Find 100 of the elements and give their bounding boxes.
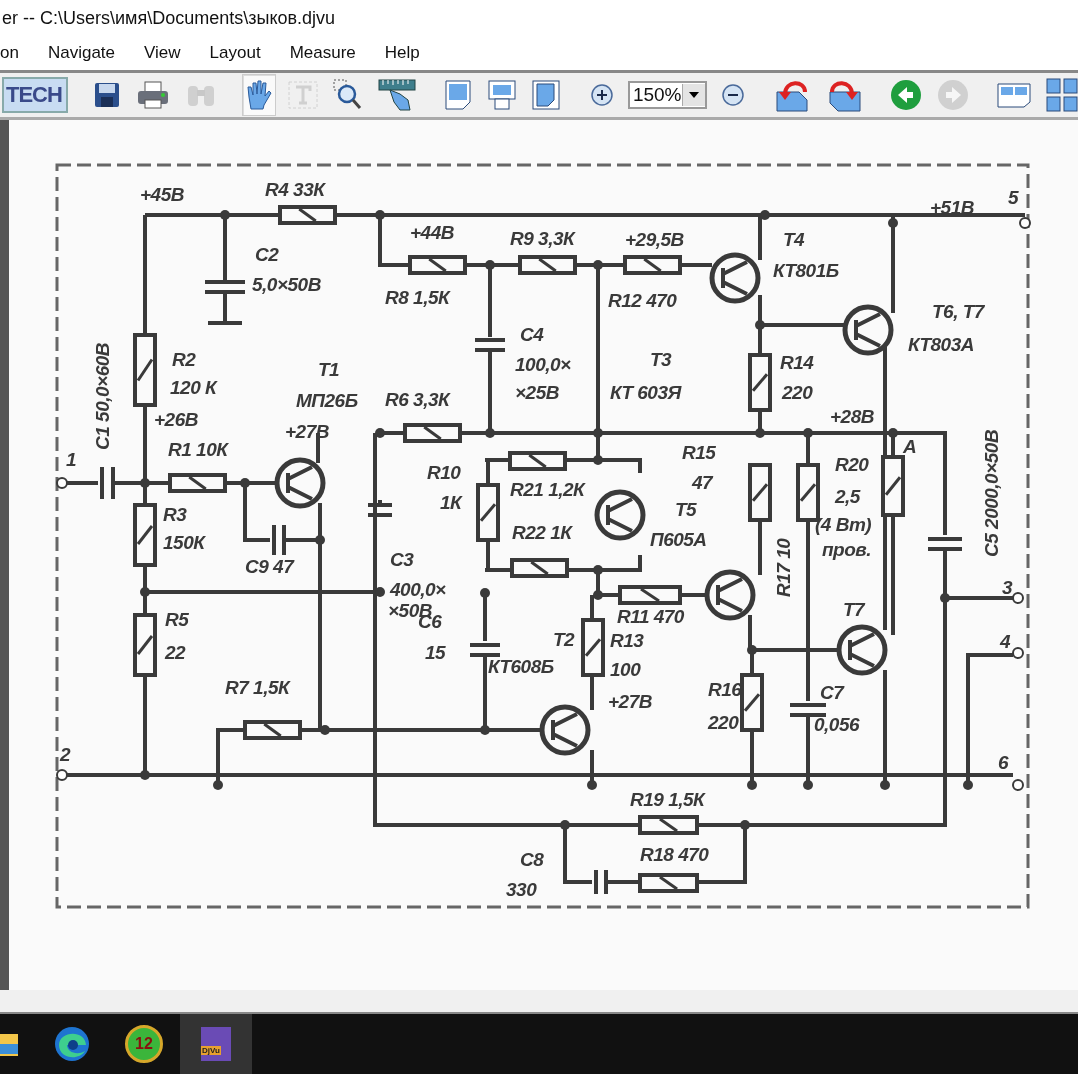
component-label: R9 3,3К: [510, 229, 575, 248]
component-label: 5,0×50В: [252, 275, 321, 294]
component-label: Т5: [675, 500, 697, 519]
component-label: R12 470: [608, 291, 677, 310]
component-label: пров.: [822, 540, 872, 559]
component-label: 100: [610, 660, 641, 679]
component-label: С7: [820, 683, 844, 702]
component-label: R13: [610, 631, 644, 650]
component-label: П605А: [650, 530, 707, 549]
component-label: 1К: [440, 493, 462, 512]
component-label: 220: [782, 383, 813, 402]
menu-item[interactable]: Navigate: [47, 43, 127, 63]
menu-item[interactable]: Measure: [289, 43, 367, 63]
component-label: 1: [66, 450, 77, 469]
component-label: Т6, Т7: [932, 302, 984, 321]
component-label: Т1: [318, 360, 340, 379]
component-label: А: [903, 437, 917, 456]
component-label: 400,0×: [390, 580, 446, 599]
component-label: Т4: [783, 230, 805, 249]
component-label: 22: [165, 643, 186, 662]
horizontal-scrollbar[interactable]: [0, 990, 1078, 1014]
component-label: R17 10: [774, 538, 793, 597]
component-label: 3: [1002, 578, 1013, 597]
component-label: R7 1,5К: [225, 678, 290, 697]
zoom-in-icon: [589, 83, 614, 107]
browser-icon: [53, 1025, 91, 1063]
toolbar-button[interactable]: [241, 74, 276, 116]
component-label: R14: [780, 353, 814, 372]
component-label: R1 10К: [168, 440, 228, 459]
component-label: С3: [390, 550, 414, 569]
component-label: МП26Б: [296, 391, 358, 410]
component-label: R8 1,5К: [385, 288, 450, 307]
component-label: R10: [427, 463, 461, 482]
component-label: R18 470: [640, 845, 709, 864]
component-label: R11 470: [617, 607, 684, 626]
component-label: С2: [255, 245, 279, 264]
dropdown-caret-icon: [688, 92, 699, 98]
page-layout-icon: [486, 80, 517, 110]
zoom-combo[interactable]: 150%: [627, 81, 707, 109]
single-page-icon: [443, 80, 472, 110]
component-label: R6 3,3К: [385, 390, 450, 409]
component-label: R3: [163, 505, 187, 524]
component-label: R22 1К: [512, 523, 572, 542]
component-label: +26В: [154, 410, 198, 429]
component-label: (4 Вт): [815, 515, 872, 534]
component-label: 6: [998, 753, 1009, 772]
page-fit-icon: [531, 80, 560, 110]
component-label: КТ608Б: [488, 657, 554, 676]
component-label: 100,0×: [515, 355, 571, 374]
component-label: 120 К: [170, 378, 217, 397]
component-label: R15: [682, 443, 716, 462]
component-label: R5: [165, 610, 189, 629]
window-title: er -- C:\Users\имя\Documents\зыков.djvu: [1, 6, 337, 30]
rotate-left-icon: [774, 78, 811, 112]
component-label: R16: [708, 680, 742, 699]
component-label: R21 1,2К: [510, 480, 585, 499]
component-label: С5 2000,0×50В: [982, 429, 1001, 557]
component-label: +45В: [140, 185, 184, 204]
two-page-icon: [996, 82, 1031, 108]
text-select-icon: [287, 81, 318, 109]
component-label: 5: [1008, 188, 1019, 207]
component-label: +27В: [608, 692, 652, 711]
component-label: 4: [1000, 632, 1011, 651]
component-label: 47: [692, 473, 713, 492]
component-label: Т3: [650, 350, 672, 369]
logo-button[interactable]: TECH: [2, 77, 68, 113]
component-label: R4 33К: [265, 180, 325, 199]
zoom-value: 150%: [632, 84, 682, 106]
menu-item[interactable]: Layout: [209, 43, 272, 63]
component-label: КТ803А: [908, 335, 974, 354]
component-label: +44В: [410, 223, 454, 242]
component-label: R2: [172, 350, 196, 369]
component-label: 220: [708, 713, 739, 732]
grid-pages-icon: [1045, 78, 1078, 112]
printer-icon: [135, 80, 170, 110]
save-icon: [92, 81, 121, 109]
zoom-out-icon: [720, 83, 745, 107]
badge-coin-icon: 12: [125, 1025, 163, 1063]
zoom-select-icon: [332, 79, 363, 111]
menu-item[interactable]: Help: [384, 43, 431, 63]
hand-icon: [244, 79, 273, 111]
menu-item[interactable]: on: [0, 43, 30, 63]
component-label: С8: [520, 850, 544, 869]
document-app-icon: DjVu: [201, 1027, 231, 1061]
component-label: С1 50,0×60В: [93, 343, 112, 450]
component-label: +28В: [830, 407, 874, 426]
component-label: R20: [835, 455, 869, 474]
ruler-hand-icon: [377, 78, 416, 112]
component-label: 150К: [163, 533, 205, 552]
component-label: 0,056: [814, 715, 860, 734]
taskbar-button[interactable]: 12: [108, 1014, 180, 1074]
component-label: 15: [425, 643, 446, 662]
component-label: КТ 603Я: [610, 383, 681, 402]
component-label: С9 47: [245, 557, 294, 576]
component-label: 330: [506, 880, 537, 899]
menu-item[interactable]: View: [144, 43, 192, 63]
component-label: Т2: [553, 630, 575, 649]
taskbar-button[interactable]: DjVu: [180, 1014, 252, 1074]
component-label: Т7: [843, 600, 865, 619]
component-label: 2,5: [835, 487, 860, 506]
